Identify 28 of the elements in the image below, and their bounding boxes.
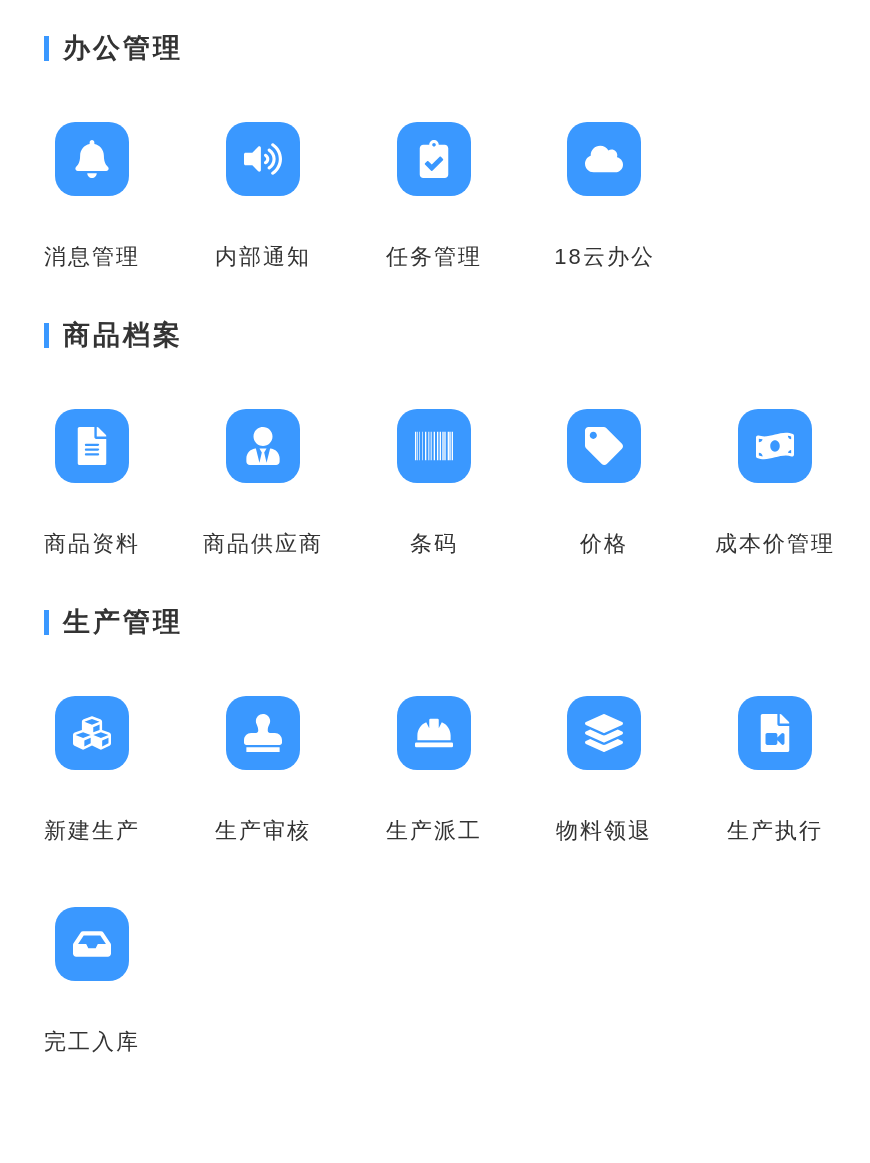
shortcut-button[interactable]: 任务管理 — [347, 122, 520, 273]
shortcut-button[interactable]: 内部通知 — [176, 122, 349, 273]
layers-icon — [585, 714, 624, 752]
shortcut-button[interactable]: 价格 — [518, 409, 691, 560]
speaker-icon — [243, 140, 282, 178]
bell-icon — [73, 140, 111, 178]
shortcut-button[interactable]: 完工入库 — [6, 907, 178, 1058]
section-marker — [44, 322, 49, 348]
shortcut-button[interactable]: 生产派工 — [347, 696, 520, 847]
tag-icon — [585, 427, 624, 465]
shortcut-button[interactable]: 生产审核 — [176, 696, 349, 847]
shortcut-button[interactable]: 商品资料 — [6, 409, 178, 560]
shortcut-button[interactable]: 商品供应商 — [176, 409, 349, 560]
shortcut-button[interactable]: 生产执行 — [689, 696, 862, 847]
section-marker — [44, 609, 49, 635]
cubes-icon — [73, 714, 111, 752]
shortcut-button[interactable]: 条码 — [347, 409, 520, 560]
section-title: 办公管理 — [63, 31, 183, 65]
section-title: 商品档案 — [63, 318, 183, 352]
section-marker — [44, 35, 49, 61]
person-icon — [243, 427, 282, 465]
shortcut-button[interactable]: 成本价管理 — [689, 409, 862, 560]
shortcut-button[interactable]: 新建生产 — [6, 696, 178, 847]
shortcut-button[interactable]: 物料领退 — [518, 696, 691, 847]
shortcut-button[interactable]: 消息管理 — [6, 122, 178, 273]
section-title: 生产管理 — [63, 605, 183, 639]
shortcut-button[interactable]: 18云办公 — [518, 122, 691, 273]
stamp-icon — [243, 714, 282, 752]
